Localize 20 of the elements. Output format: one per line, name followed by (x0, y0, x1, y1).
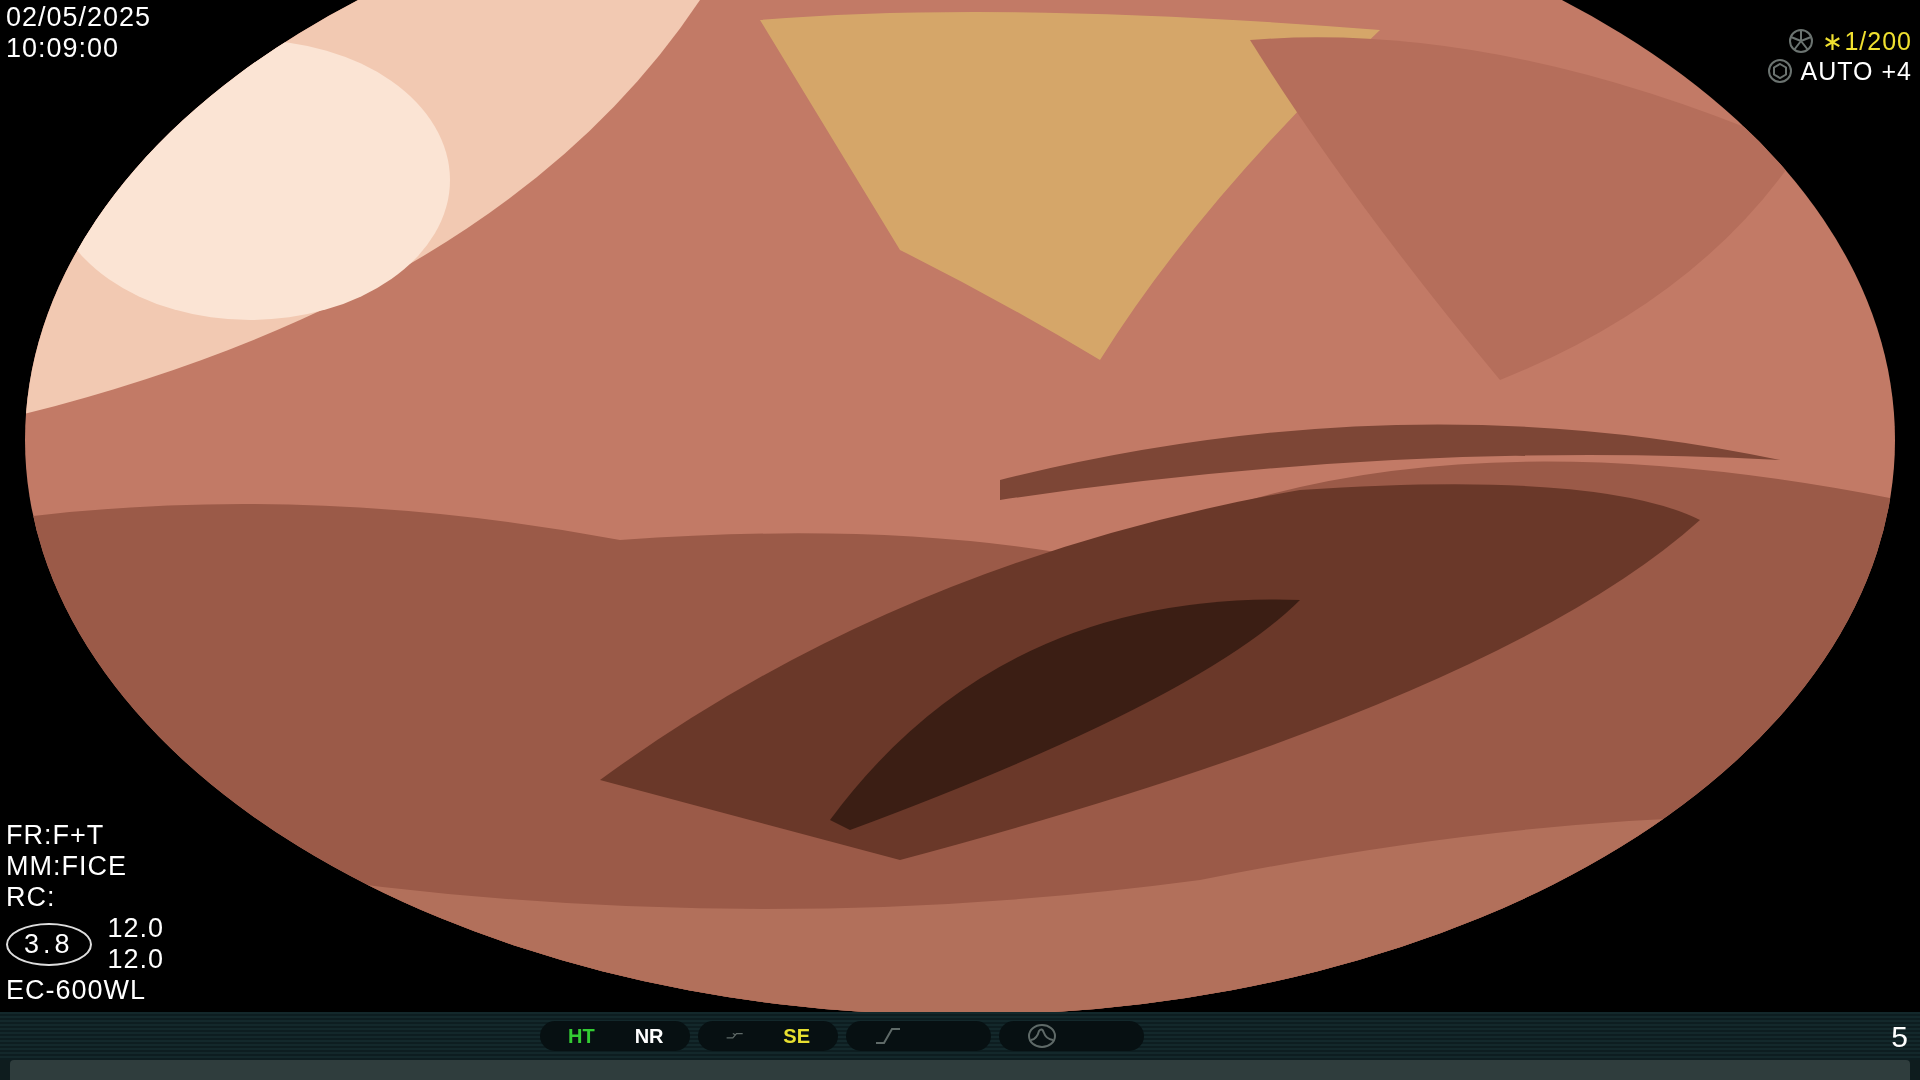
peak-icon (1027, 1023, 1057, 1049)
setting-text: FR:F+T (6, 820, 106, 851)
curve-icon (726, 1030, 744, 1042)
gauge-reading: 12.0 (107, 913, 165, 944)
iris-mode-text: AUTO +4 (1800, 56, 1912, 86)
slope-icon (874, 1026, 902, 1046)
setting-text: RC: (6, 882, 57, 913)
status-label: NR (634, 1024, 664, 1049)
iris-icon (1766, 58, 1793, 84)
setting-text: MM:FICE (6, 851, 128, 882)
gauge-value: 3.8 (6, 922, 92, 966)
gauge-reading: 12.0 (107, 944, 165, 975)
scope-model-text: EC-600WL (6, 975, 148, 1006)
status-label: SE (783, 1024, 810, 1049)
shutter-speed-text: ∗1/200 (1822, 26, 1912, 56)
time-text: 10:09:00 (6, 33, 121, 64)
date-text: 02/05/2025 (6, 2, 152, 33)
page-number: 5 (1891, 1018, 1908, 1055)
status-label: HT (568, 1024, 595, 1049)
aperture-icon (1788, 28, 1815, 54)
